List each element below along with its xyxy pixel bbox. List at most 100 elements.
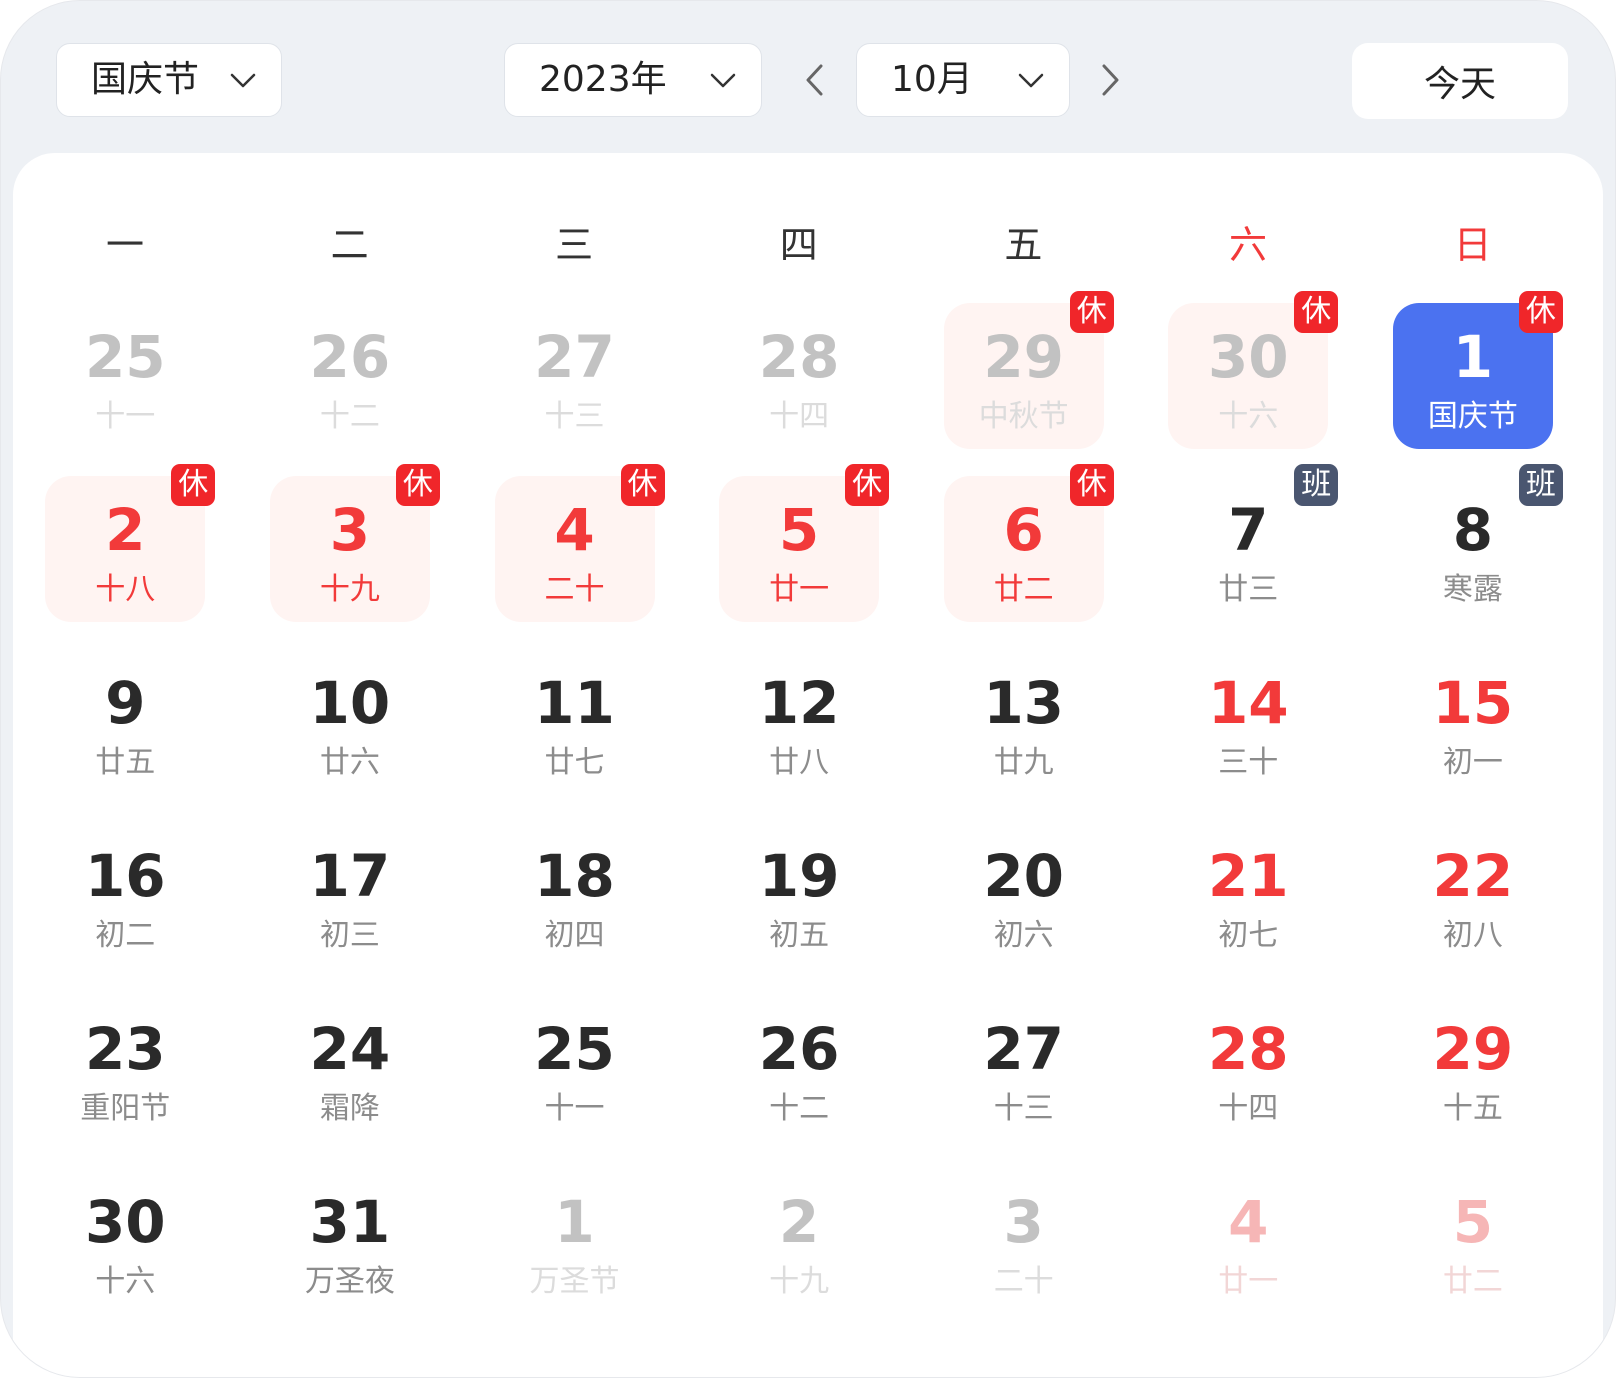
day-cell[interactable]: 27 十三 bbox=[495, 303, 655, 449]
lunar-date: 廿五 bbox=[95, 745, 156, 780]
lunar-date: 国庆节 bbox=[1427, 399, 1518, 434]
day-cell[interactable]: 10 廿六 bbox=[270, 649, 430, 795]
day-cell[interactable]: 18 初四 bbox=[495, 822, 655, 968]
day-number: 15 bbox=[1432, 669, 1514, 737]
lunar-date: 廿七 bbox=[544, 745, 605, 780]
day-cell[interactable]: 8 寒露 班 bbox=[1393, 464, 1563, 622]
lunar-date: 廿三 bbox=[1218, 572, 1279, 607]
day-number: 7 bbox=[1228, 496, 1269, 564]
day-number: 29 bbox=[1432, 1015, 1514, 1083]
day-number: 20 bbox=[983, 842, 1065, 910]
day-number: 26 bbox=[758, 1015, 840, 1083]
weekday-label: 二 bbox=[330, 223, 369, 267]
year-select[interactable]: 2023年 bbox=[504, 43, 762, 117]
lunar-date: 初四 bbox=[544, 918, 605, 953]
day-cell[interactable]: 25 十一 bbox=[495, 995, 655, 1141]
day-number: 18 bbox=[534, 842, 615, 910]
day-cell[interactable]: 26 十二 bbox=[719, 995, 879, 1141]
day-number: 11 bbox=[534, 669, 615, 737]
day-cell[interactable]: 29 中秋节 休 bbox=[943, 291, 1114, 449]
lunar-date: 廿六 bbox=[319, 745, 380, 780]
day-cell[interactable]: 13 廿九 bbox=[944, 649, 1104, 795]
lunar-date: 十一 bbox=[95, 399, 156, 434]
weekday-label: 三 bbox=[555, 223, 594, 267]
day-number: 23 bbox=[84, 1015, 166, 1083]
day-cell[interactable]: 5 廿二 bbox=[1393, 1168, 1553, 1314]
day-cell[interactable]: 25 十一 bbox=[45, 303, 205, 449]
lunar-date: 十九 bbox=[769, 1264, 830, 1299]
day-number: 19 bbox=[758, 842, 840, 910]
workday-badge: 班 bbox=[1518, 464, 1563, 506]
day-cell[interactable]: 4 二十 休 bbox=[494, 464, 665, 622]
day-cell[interactable]: 31 万圣夜 bbox=[270, 1168, 430, 1314]
lunar-date: 寒露 bbox=[1442, 572, 1503, 607]
lunar-date: 十二 bbox=[319, 399, 380, 434]
holiday-select[interactable]: 国庆节 bbox=[56, 43, 282, 117]
lunar-date: 初七 bbox=[1218, 918, 1279, 953]
day-cell[interactable]: 4 廿一 bbox=[1168, 1168, 1328, 1314]
day-cell[interactable]: 2 十八 休 bbox=[45, 464, 216, 622]
day-cell[interactable]: 23 重阳节 bbox=[45, 995, 205, 1141]
lunar-date: 中秋节 bbox=[978, 399, 1069, 434]
day-cell[interactable]: 7 廿三 班 bbox=[1168, 464, 1339, 622]
chevron-down-icon bbox=[710, 73, 736, 88]
day-number: 14 bbox=[1207, 669, 1289, 737]
day-number: 4 bbox=[1228, 1188, 1269, 1256]
day-number: 25 bbox=[84, 323, 166, 391]
month-select-label: 10月 bbox=[891, 59, 973, 100]
calendar-widget: 国庆节 2023年 10月 今天 一二三四五六日 25 十一 26 十二 27 十三 28 十… bbox=[0, 0, 1616, 1378]
lunar-date: 十五 bbox=[1442, 1091, 1503, 1126]
holiday-badge: 休 bbox=[620, 464, 665, 506]
day-cell[interactable]: 9 廿五 bbox=[45, 649, 205, 795]
day-number: 3 bbox=[1003, 1188, 1044, 1256]
prev-month-button[interactable] bbox=[791, 56, 839, 104]
lunar-date: 重阳节 bbox=[80, 1091, 171, 1126]
lunar-date: 十一 bbox=[544, 1091, 605, 1126]
day-cell[interactable]: 6 廿二 休 bbox=[943, 464, 1114, 622]
day-number: 22 bbox=[1432, 842, 1514, 910]
day-cell[interactable]: 28 十四 bbox=[1168, 995, 1328, 1141]
lunar-date: 十六 bbox=[1218, 399, 1279, 434]
day-cell[interactable]: 3 二十 bbox=[944, 1168, 1104, 1314]
lunar-date: 二十 bbox=[993, 1264, 1054, 1299]
day-cell[interactable]: 5 廿一 休 bbox=[719, 464, 890, 622]
day-cell[interactable]: 21 初七 bbox=[1168, 822, 1328, 968]
day-number: 9 bbox=[105, 669, 146, 737]
lunar-date: 二十 bbox=[544, 572, 605, 607]
day-cell[interactable]: 1 国庆节 休 bbox=[1392, 291, 1563, 449]
day-cell[interactable]: 15 初一 bbox=[1393, 649, 1553, 795]
today-button[interactable]: 今天 bbox=[1352, 43, 1568, 119]
day-cell[interactable]: 24 霜降 bbox=[270, 995, 430, 1141]
month-select[interactable]: 10月 bbox=[856, 43, 1070, 117]
day-cell[interactable]: 2 十九 bbox=[719, 1168, 879, 1314]
weekday-label: 六 bbox=[1228, 223, 1267, 267]
lunar-date: 初一 bbox=[1442, 745, 1503, 780]
day-cell[interactable]: 28 十四 bbox=[719, 303, 879, 449]
lunar-date: 廿八 bbox=[769, 745, 830, 780]
day-cell[interactable]: 30 十六 bbox=[45, 1168, 205, 1314]
day-cell[interactable]: 11 廿七 bbox=[495, 649, 655, 795]
day-cell[interactable]: 27 十三 bbox=[944, 995, 1104, 1141]
day-cell[interactable]: 29 十五 bbox=[1393, 995, 1553, 1141]
day-number: 25 bbox=[534, 1015, 615, 1083]
lunar-date: 廿一 bbox=[769, 572, 830, 607]
day-cell[interactable]: 19 初五 bbox=[719, 822, 879, 968]
day-cell[interactable]: 20 初六 bbox=[944, 822, 1104, 968]
day-cell[interactable]: 22 初八 bbox=[1393, 822, 1553, 968]
day-cell[interactable]: 12 廿八 bbox=[719, 649, 879, 795]
day-cell[interactable]: 16 初二 bbox=[45, 822, 205, 968]
holiday-badge: 休 bbox=[171, 464, 216, 506]
workday-badge: 班 bbox=[1294, 464, 1339, 506]
day-cell[interactable]: 17 初三 bbox=[270, 822, 430, 968]
day-number: 26 bbox=[309, 323, 391, 391]
weekday-label: 一 bbox=[105, 223, 144, 267]
lunar-date: 初八 bbox=[1442, 918, 1503, 953]
day-cell[interactable]: 14 三十 bbox=[1168, 649, 1328, 795]
day-cell[interactable]: 1 万圣节 bbox=[495, 1168, 655, 1314]
day-cell[interactable]: 30 十六 休 bbox=[1168, 291, 1339, 449]
next-month-button[interactable] bbox=[1086, 56, 1134, 104]
day-cell[interactable]: 3 十九 休 bbox=[269, 464, 440, 622]
day-cell[interactable]: 26 十二 bbox=[270, 303, 430, 449]
day-number: 10 bbox=[309, 669, 391, 737]
day-number: 3 bbox=[329, 496, 371, 564]
